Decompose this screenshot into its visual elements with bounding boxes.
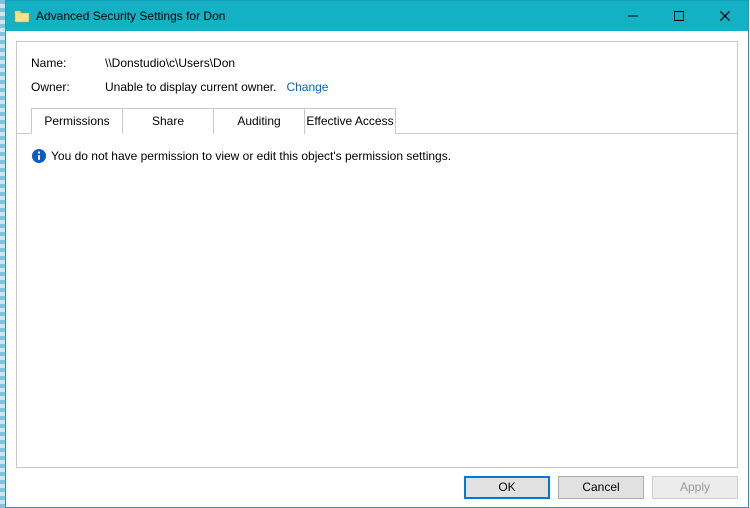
tabs-row: Permissions Share Auditing Effective Acc… (17, 108, 737, 134)
close-button[interactable] (702, 1, 748, 31)
cancel-button[interactable]: Cancel (558, 476, 644, 499)
apply-button: Apply (652, 476, 738, 499)
tab-share[interactable]: Share (122, 108, 214, 134)
tab-content-permissions: You do not have permission to view or ed… (17, 134, 737, 467)
button-bar: OK Cancel Apply (16, 468, 738, 499)
name-label: Name: (31, 56, 105, 70)
owner-row: Owner: Unable to display current owner. … (17, 80, 737, 104)
owner-value: Unable to display current owner. (105, 80, 276, 94)
permission-message-row: You do not have permission to view or ed… (31, 148, 723, 164)
window-title: Advanced Security Settings for Don (36, 9, 610, 23)
name-row: Name: \\Donstudio\c\Users\Don (17, 56, 737, 80)
permission-message: You do not have permission to view or ed… (51, 149, 451, 163)
change-owner-link[interactable]: Change (286, 80, 328, 94)
tab-effective-access[interactable]: Effective Access (304, 108, 396, 134)
title-bar[interactable]: Advanced Security Settings for Don (6, 1, 748, 31)
name-value: \\Donstudio\c\Users\Don (105, 56, 235, 70)
minimize-button[interactable] (610, 1, 656, 31)
ok-button[interactable]: OK (464, 476, 550, 499)
owner-label: Owner: (31, 80, 105, 94)
dialog-window: Advanced Security Settings for Don Name:… (5, 0, 749, 508)
tab-auditing[interactable]: Auditing (213, 108, 305, 134)
window-controls (610, 1, 748, 31)
folder-icon (14, 8, 30, 24)
maximize-button[interactable] (656, 1, 702, 31)
tab-permissions[interactable]: Permissions (31, 108, 123, 134)
content-box: Name: \\Donstudio\c\Users\Don Owner: Una… (16, 41, 738, 468)
info-icon (31, 148, 47, 164)
content-outer: Name: \\Donstudio\c\Users\Don Owner: Una… (6, 31, 748, 507)
